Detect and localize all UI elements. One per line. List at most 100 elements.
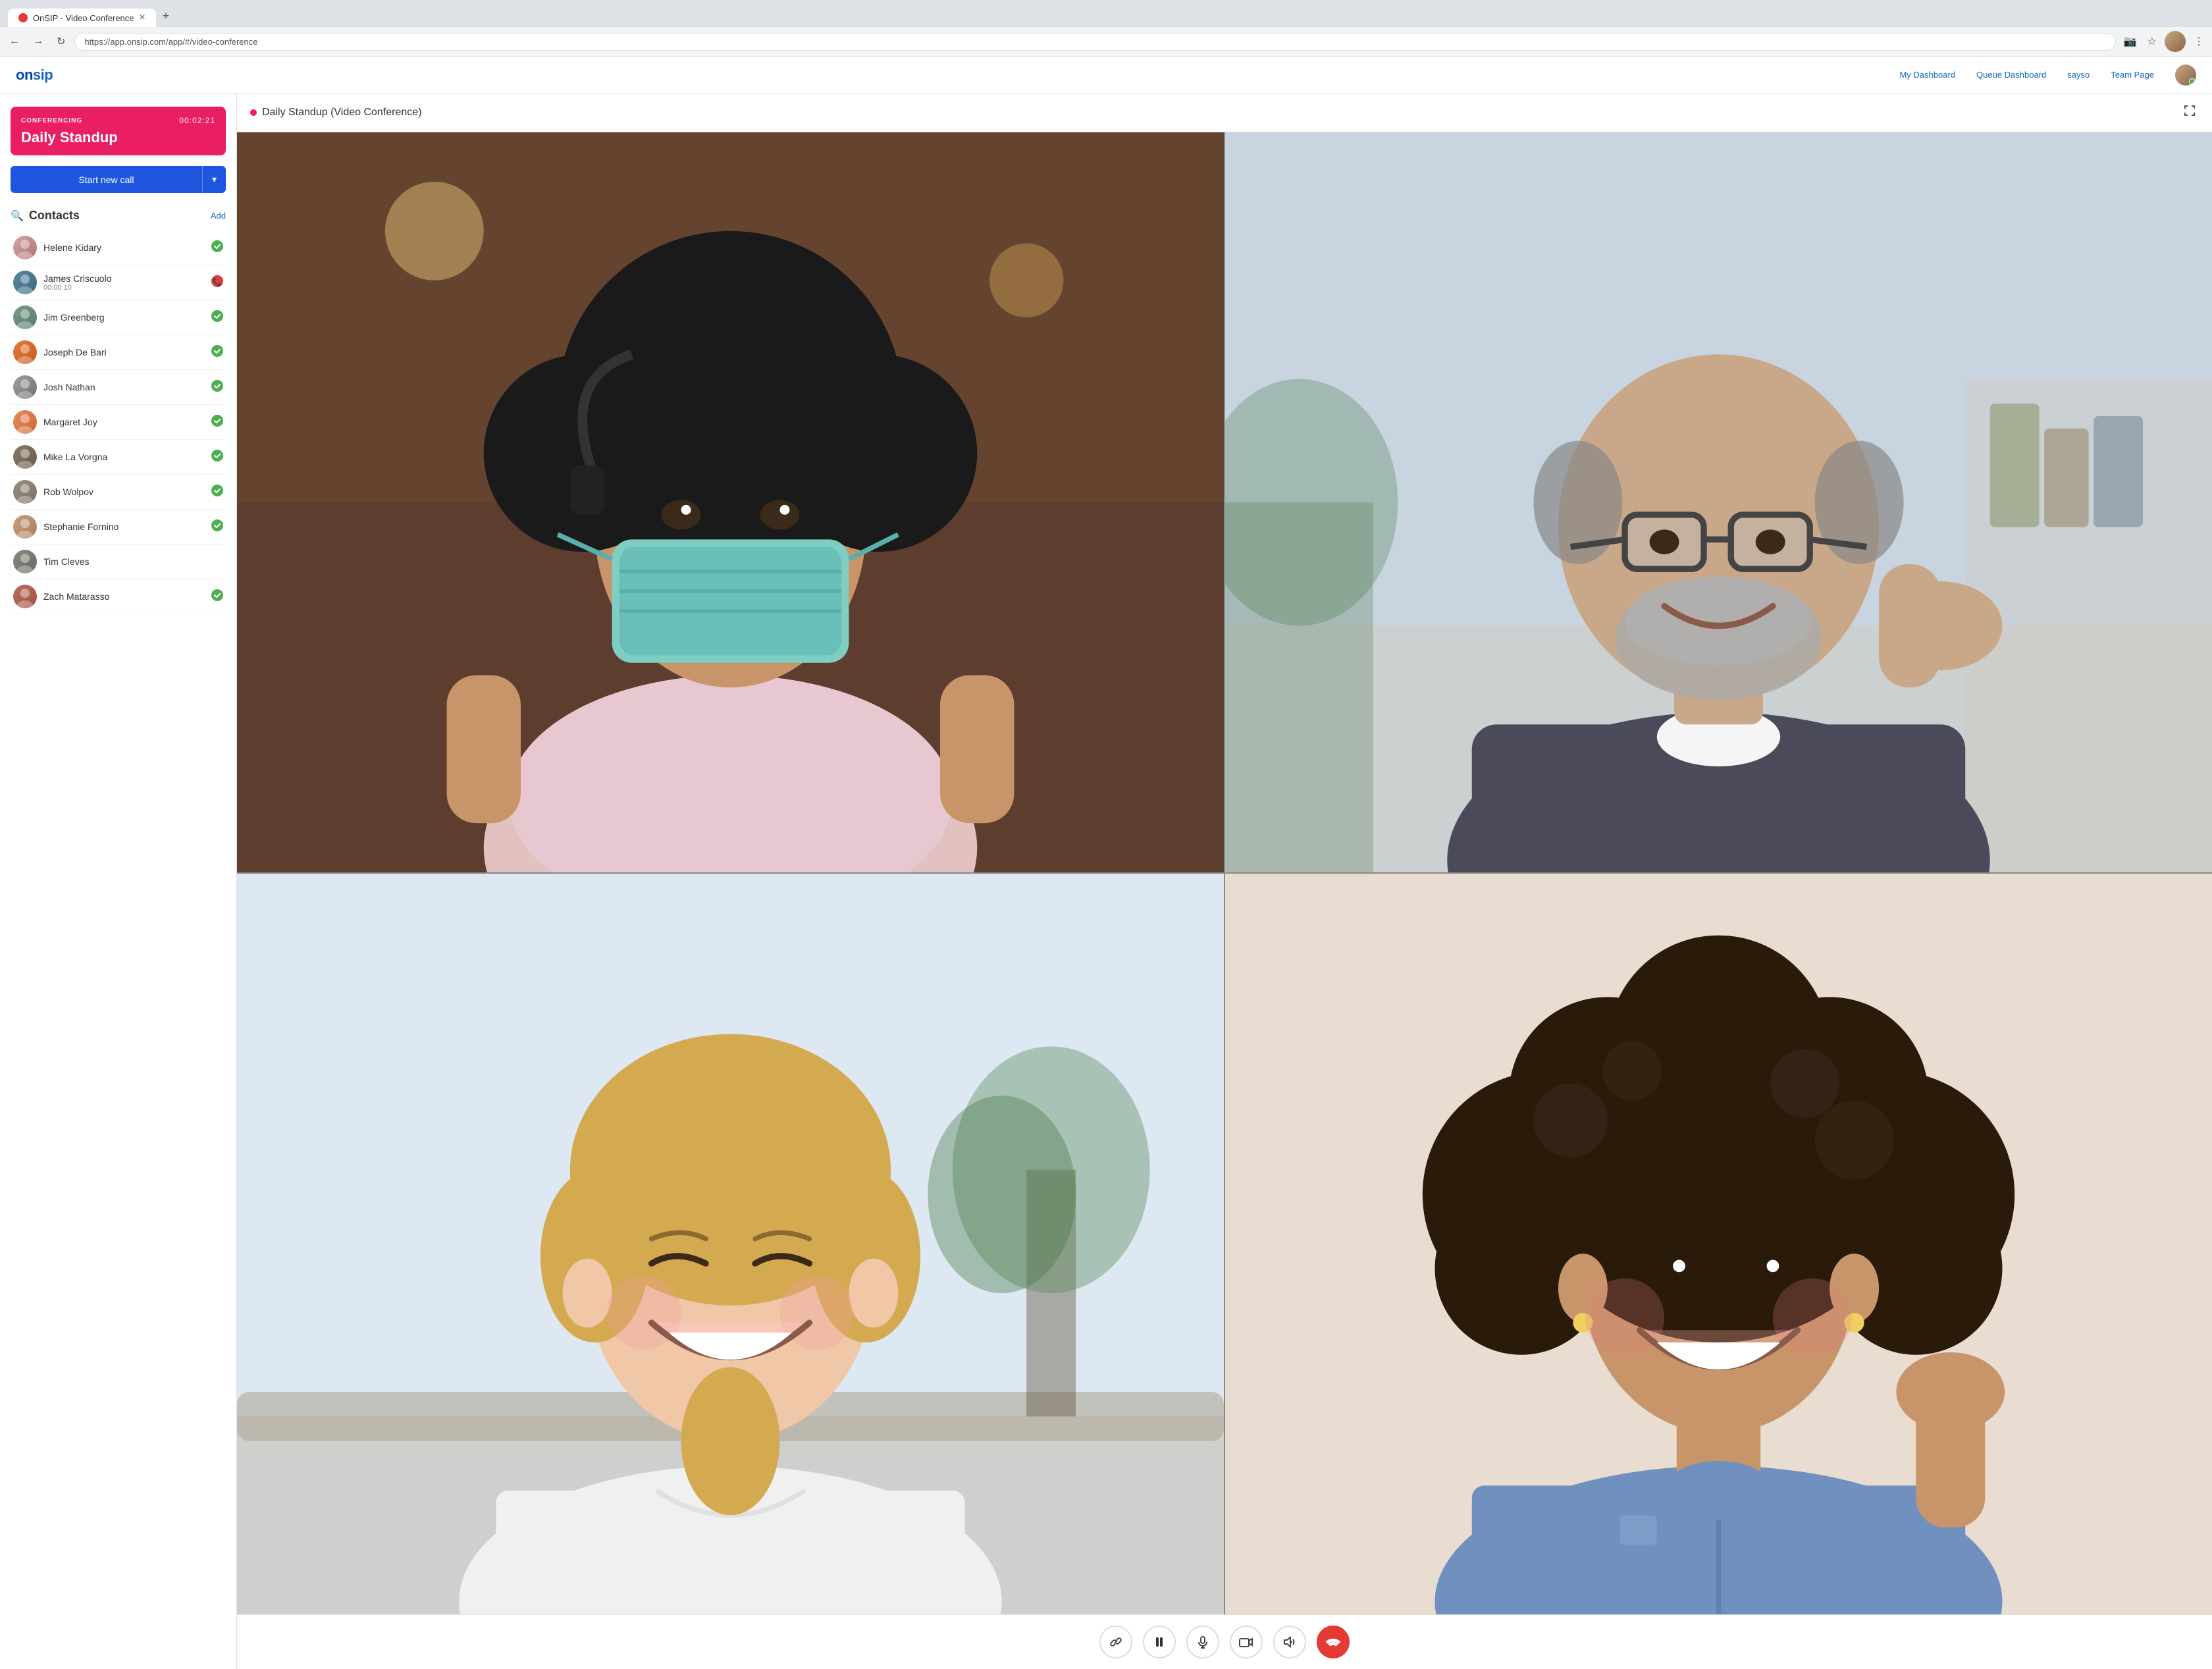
start-new-call-dropdown[interactable]: ▾ <box>202 166 226 193</box>
conf-timer: 00:02:21 <box>179 116 215 125</box>
url-text: https://app.onsip.com/app/#/video-confer… <box>84 37 257 47</box>
avatar <box>13 271 37 294</box>
user-avatar[interactable] <box>2175 65 2196 86</box>
avatar <box>13 515 37 539</box>
status-available-icon <box>211 485 223 500</box>
avatar <box>13 445 37 469</box>
contact-info: Zach Matarasso <box>43 591 205 602</box>
status-available-icon <box>211 519 223 535</box>
contacts-title: Contacts <box>29 209 80 223</box>
pause-button[interactable] <box>1143 1626 1176 1658</box>
browser-menu-icon[interactable]: ⋮ <box>2191 32 2207 51</box>
contact-info: Jim Greenberg <box>43 312 205 323</box>
contacts-list: Helene Kidary James Crisc <box>11 230 226 614</box>
contact-name: James Criscuolo <box>43 273 205 284</box>
browser-chrome: OnSIP - Video Conference × + ← → ↻ https… <box>0 0 2212 57</box>
avatar <box>13 550 37 573</box>
avatar <box>13 305 37 329</box>
address-bar[interactable]: https://app.onsip.com/app/#/video-confer… <box>74 33 2115 51</box>
share-link-button[interactable] <box>1099 1626 1132 1658</box>
status-available-icon <box>211 310 223 325</box>
avatar <box>13 585 37 608</box>
contacts-search-icon[interactable]: 🔍 <box>11 209 24 223</box>
contact-info: Helene Kidary <box>43 242 205 253</box>
volume-button[interactable] <box>1273 1626 1306 1658</box>
camera-toggle-button[interactable] <box>1230 1626 1263 1658</box>
contact-item[interactable]: Helene Kidary <box>11 230 226 265</box>
end-call-button[interactable] <box>1317 1626 1350 1658</box>
main-content: CONFERENCING 00:02:21 Daily Standup Star… <box>0 93 2212 1669</box>
my-dashboard-link[interactable]: My Dashboard <box>1899 70 1955 80</box>
tab-title: OnSIP - Video Conference <box>33 13 134 23</box>
contact-info: Joseph De Bari <box>43 347 205 358</box>
contact-name: Tim Cleves <box>43 556 217 567</box>
contact-item[interactable]: Stephanie Fornino <box>11 510 226 544</box>
video-title: Daily Standup (Video Conference) <box>250 107 422 119</box>
browser-profile-avatar[interactable] <box>2165 31 2186 52</box>
status-available-icon <box>211 240 223 255</box>
live-indicator <box>250 109 257 116</box>
camera-icon[interactable]: 📷 <box>2121 32 2140 51</box>
contact-item[interactable]: Rob Wolpov <box>11 475 226 510</box>
contact-name: Margaret Joy <box>43 417 205 427</box>
contact-item[interactable]: Joseph De Bari <box>11 335 226 370</box>
avatar <box>13 340 37 364</box>
contacts-title-wrap: 🔍 Contacts <box>11 209 80 223</box>
video-cell-3 <box>237 874 1224 1614</box>
contact-item[interactable]: Jim Greenberg <box>11 300 226 335</box>
tab-close-button[interactable]: × <box>139 13 145 23</box>
contact-info: Rob Wolpov <box>43 487 205 497</box>
forward-button[interactable]: → <box>29 33 47 50</box>
contact-item[interactable]: James Criscuolo 00:00:10 📞 <box>11 265 226 300</box>
app-header: onsip My Dashboard Queue Dashboard sayso… <box>0 57 2212 93</box>
sidebar: CONFERENCING 00:02:21 Daily Standup Star… <box>0 93 237 1669</box>
fullscreen-button[interactable] <box>2180 101 2199 124</box>
video-cell-1 <box>237 132 1224 872</box>
contact-name: Helene Kidary <box>43 242 205 253</box>
status-available-icon <box>211 589 223 604</box>
user-link[interactable]: sayso <box>2067 70 2090 80</box>
contact-item[interactable]: Tim Cleves <box>11 544 226 579</box>
microphone-button[interactable] <box>1186 1626 1219 1658</box>
refresh-button[interactable]: ↻ <box>53 32 69 51</box>
tab-favicon <box>18 13 28 22</box>
contact-item[interactable]: Josh Nathan <box>11 370 226 405</box>
control-bar <box>237 1614 2212 1669</box>
active-tab[interactable]: OnSIP - Video Conference × <box>8 9 156 27</box>
contact-info: Josh Nathan <box>43 382 205 392</box>
contact-name: Jim Greenberg <box>43 312 205 323</box>
contact-name: Josh Nathan <box>43 382 205 392</box>
avatar <box>13 236 37 259</box>
avatar <box>13 480 37 504</box>
contact-info: Mike La Vorgna <box>43 452 205 462</box>
back-button[interactable]: ← <box>5 33 24 50</box>
avatar-online-indicator <box>2189 78 2196 85</box>
contact-info: Margaret Joy <box>43 417 205 427</box>
contact-info: James Criscuolo 00:00:10 <box>43 273 205 292</box>
contacts-header: 🔍 Contacts Add <box>11 209 226 223</box>
contact-item[interactable]: Mike La Vorgna <box>11 440 226 475</box>
new-tab-button[interactable]: + <box>156 5 176 27</box>
contact-name: Joseph De Bari <box>43 347 205 358</box>
video-header: Daily Standup (Video Conference) <box>237 93 2212 132</box>
video-conference-area: Daily Standup (Video Conference) <box>237 93 2212 1669</box>
team-page-link[interactable]: Team Page <box>2111 70 2154 80</box>
status-available-icon <box>211 450 223 465</box>
conferencing-card[interactable]: CONFERENCING 00:02:21 Daily Standup <box>11 107 226 155</box>
conf-label: CONFERENCING 00:02:21 <box>21 116 215 125</box>
contact-item[interactable]: Margaret Joy <box>11 405 226 440</box>
contact-sub: 00:00:10 <box>43 284 205 292</box>
avatar <box>13 410 37 434</box>
bookmark-icon[interactable]: ☆ <box>2145 32 2159 51</box>
queue-dashboard-link[interactable]: Queue Dashboard <box>1976 70 2046 80</box>
status-available-icon <box>211 345 223 360</box>
add-contact-button[interactable]: Add <box>211 211 226 221</box>
svg-text:📞: 📞 <box>213 277 223 286</box>
contact-item[interactable]: Zach Matarasso <box>11 579 226 614</box>
start-new-call-button[interactable]: Start new call <box>11 166 202 193</box>
contact-name: Rob Wolpov <box>43 487 205 497</box>
contact-name: Mike La Vorgna <box>43 452 205 462</box>
video-cell-4 <box>1225 874 2212 1614</box>
video-conference-title: Daily Standup (Video Conference) <box>262 107 422 119</box>
app-nav: My Dashboard Queue Dashboard sayso Team … <box>1899 65 2196 86</box>
